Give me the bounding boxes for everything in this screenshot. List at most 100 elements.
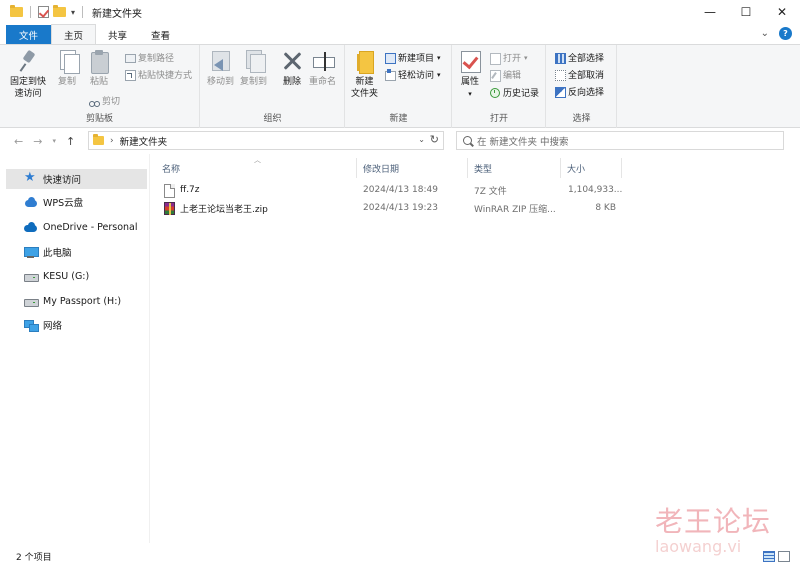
breadcrumb-chevron-icon[interactable]: › (110, 136, 114, 146)
copy-icon (56, 49, 80, 74)
address-dropdown-icon[interactable]: ⌄ (418, 135, 425, 144)
network-icon (24, 319, 39, 332)
tab-home[interactable]: 主页 (51, 24, 97, 44)
file-name-cell: ff.7z (164, 181, 200, 199)
close-button[interactable]: ✕ (764, 0, 800, 24)
recent-locations-icon[interactable]: ▾ (52, 137, 56, 145)
file-modified: 2024/4/13 19:23 (363, 203, 438, 213)
large-icons-view-icon[interactable] (778, 551, 790, 562)
nav-item-network[interactable]: 网络 (6, 315, 147, 335)
new-folder-button[interactable]: 新建 文件夹 (351, 49, 378, 100)
cloud-icon (24, 196, 37, 208)
nav-item-onedrive[interactable]: OneDrive - Personal (6, 217, 147, 237)
file-modified: 2024/4/13 18:49 (363, 185, 438, 195)
pin-icon (17, 49, 39, 73)
invert-selection-icon (554, 86, 566, 98)
nav-item-label: OneDrive - Personal (43, 221, 138, 233)
column-divider[interactable] (621, 158, 622, 178)
chevron-down-icon: ▾ (524, 53, 528, 62)
copy-to-label: 复制到 (240, 77, 268, 87)
folder-icon[interactable] (10, 5, 23, 17)
drive-icon (24, 295, 39, 307)
clipboard-icon (88, 49, 110, 74)
properties-label: 属性 (460, 77, 479, 87)
window-title: 新建文件夹 (92, 8, 143, 20)
details-view-icon[interactable] (763, 551, 775, 562)
edit-icon (489, 69, 501, 82)
easy-access-button[interactable]: 轻松访问 ▾ (384, 67, 441, 82)
nav-item-label: 网络 (43, 321, 63, 332)
history-button[interactable]: 历史记录 (489, 85, 539, 100)
collapse-ribbon-icon[interactable]: ⌄ (761, 28, 769, 39)
new-item-button[interactable]: 新建项目 ▾ (384, 50, 441, 65)
select-none-button[interactable]: 全部取消 (554, 67, 604, 82)
column-header-type[interactable]: 类型 (468, 158, 560, 178)
move-to-icon (210, 49, 232, 73)
invert-selection-button[interactable]: 反向选择 (554, 84, 604, 99)
cut-button[interactable]: 剪切 (88, 93, 120, 108)
pin-label-line2: 速访问 (14, 89, 42, 99)
tab-share[interactable]: 共享 (96, 25, 139, 44)
nav-item-my-passport[interactable]: My Passport (H:) (6, 291, 147, 311)
open-group: 属性 ▾ 打开 ▾ 编辑 历史记录 打开 (453, 45, 546, 128)
pin-quick-access-button[interactable]: 固定到快 速访问 (10, 49, 46, 100)
column-header-modified[interactable]: 修改日期 (357, 158, 467, 178)
paste-shortcut-label: 粘贴快捷方式 (138, 71, 193, 81)
address-bar[interactable]: › 新建文件夹 ⌄ ↻ (88, 131, 444, 150)
move-to-label: 移动到 (207, 77, 235, 87)
nav-item-this-pc[interactable]: 此电脑 (6, 242, 147, 262)
7z-file-icon (164, 183, 175, 198)
help-icon[interactable]: ? (779, 27, 792, 40)
tab-view[interactable]: 查看 (139, 25, 182, 44)
new-item-icon (384, 52, 396, 64)
table-row[interactable]: ff.7z 2024/4/13 18:49 7Z 文件 1,104,933... (158, 181, 628, 199)
rename-icon (312, 49, 335, 73)
rename-button[interactable]: 重命名 (309, 49, 336, 88)
new-item-label: 新建项目 (398, 54, 435, 64)
easy-access-icon (384, 69, 396, 81)
rename-label: 重命名 (309, 77, 337, 87)
new-folder-label-line2: 文件夹 (351, 89, 379, 99)
tab-file[interactable]: 文件 (6, 25, 52, 44)
up-arrow-icon[interactable]: ↑ (66, 135, 75, 148)
scissors-icon (88, 95, 100, 107)
copy-button[interactable]: 复制 (56, 49, 80, 88)
nav-item-kesu-drive[interactable]: KESU (G:) (6, 266, 147, 286)
properties-icon[interactable] (38, 6, 49, 18)
column-header-name[interactable]: 名称 (156, 158, 356, 178)
properties-button[interactable]: 属性 ▾ (459, 49, 481, 100)
forward-arrow-icon[interactable]: → (33, 135, 42, 148)
customize-toolbar-icon[interactable]: ▾ (71, 8, 75, 17)
edit-button[interactable]: 编辑 (489, 67, 521, 82)
new-group: 新建 文件夹 新建项目 ▾ 轻松访问 ▾ 新建 (346, 45, 452, 128)
move-to-button[interactable]: 移动到 (207, 49, 234, 88)
organize-group: 移动到 复制到 删除 重命名 组织 (201, 45, 345, 128)
paste-button[interactable]: 粘贴 (88, 49, 110, 88)
minimize-button[interactable]: — (692, 0, 728, 24)
file-name-cell: 上老王论坛当老王.zip (164, 199, 268, 217)
refresh-icon[interactable]: ↻ (430, 133, 439, 146)
new-group-label: 新建 (389, 114, 408, 124)
new-folder-icon[interactable] (53, 5, 66, 17)
easy-access-label: 轻松访问 (398, 71, 435, 81)
breadcrumb-current[interactable]: 新建文件夹 (120, 134, 168, 148)
copy-to-icon (243, 49, 266, 73)
back-arrow-icon[interactable]: ← (14, 135, 23, 148)
toolbar-separator (30, 6, 31, 18)
table-row[interactable]: 上老王论坛当老王.zip 2024/4/13 19:23 WinRAR ZIP … (158, 199, 628, 217)
file-type: WinRAR ZIP 压缩... (474, 204, 556, 215)
open-button[interactable]: 打开 ▾ (489, 50, 528, 65)
title-bar: ▾ 新建文件夹 — ☐ ✕ (0, 0, 800, 24)
copy-path-button[interactable]: 复制路径 (124, 50, 174, 65)
column-header-size[interactable]: 大小 (561, 158, 621, 178)
select-all-button[interactable]: 全部选择 (554, 50, 604, 65)
delete-button[interactable]: 删除 (281, 49, 303, 88)
nav-item-quick-access[interactable]: 快速访问 (6, 169, 147, 189)
file-name: ff.7z (180, 185, 200, 195)
nav-item-wps-cloud[interactable]: WPS云盘 (6, 192, 147, 212)
chevron-down-icon: ▾ (437, 70, 441, 79)
copy-to-button[interactable]: 复制到 (240, 49, 267, 88)
maximize-button[interactable]: ☐ (728, 0, 764, 24)
search-input[interactable]: 在 新建文件夹 中搜索 (456, 131, 784, 150)
paste-shortcut-button[interactable]: 粘贴快捷方式 (124, 67, 192, 82)
